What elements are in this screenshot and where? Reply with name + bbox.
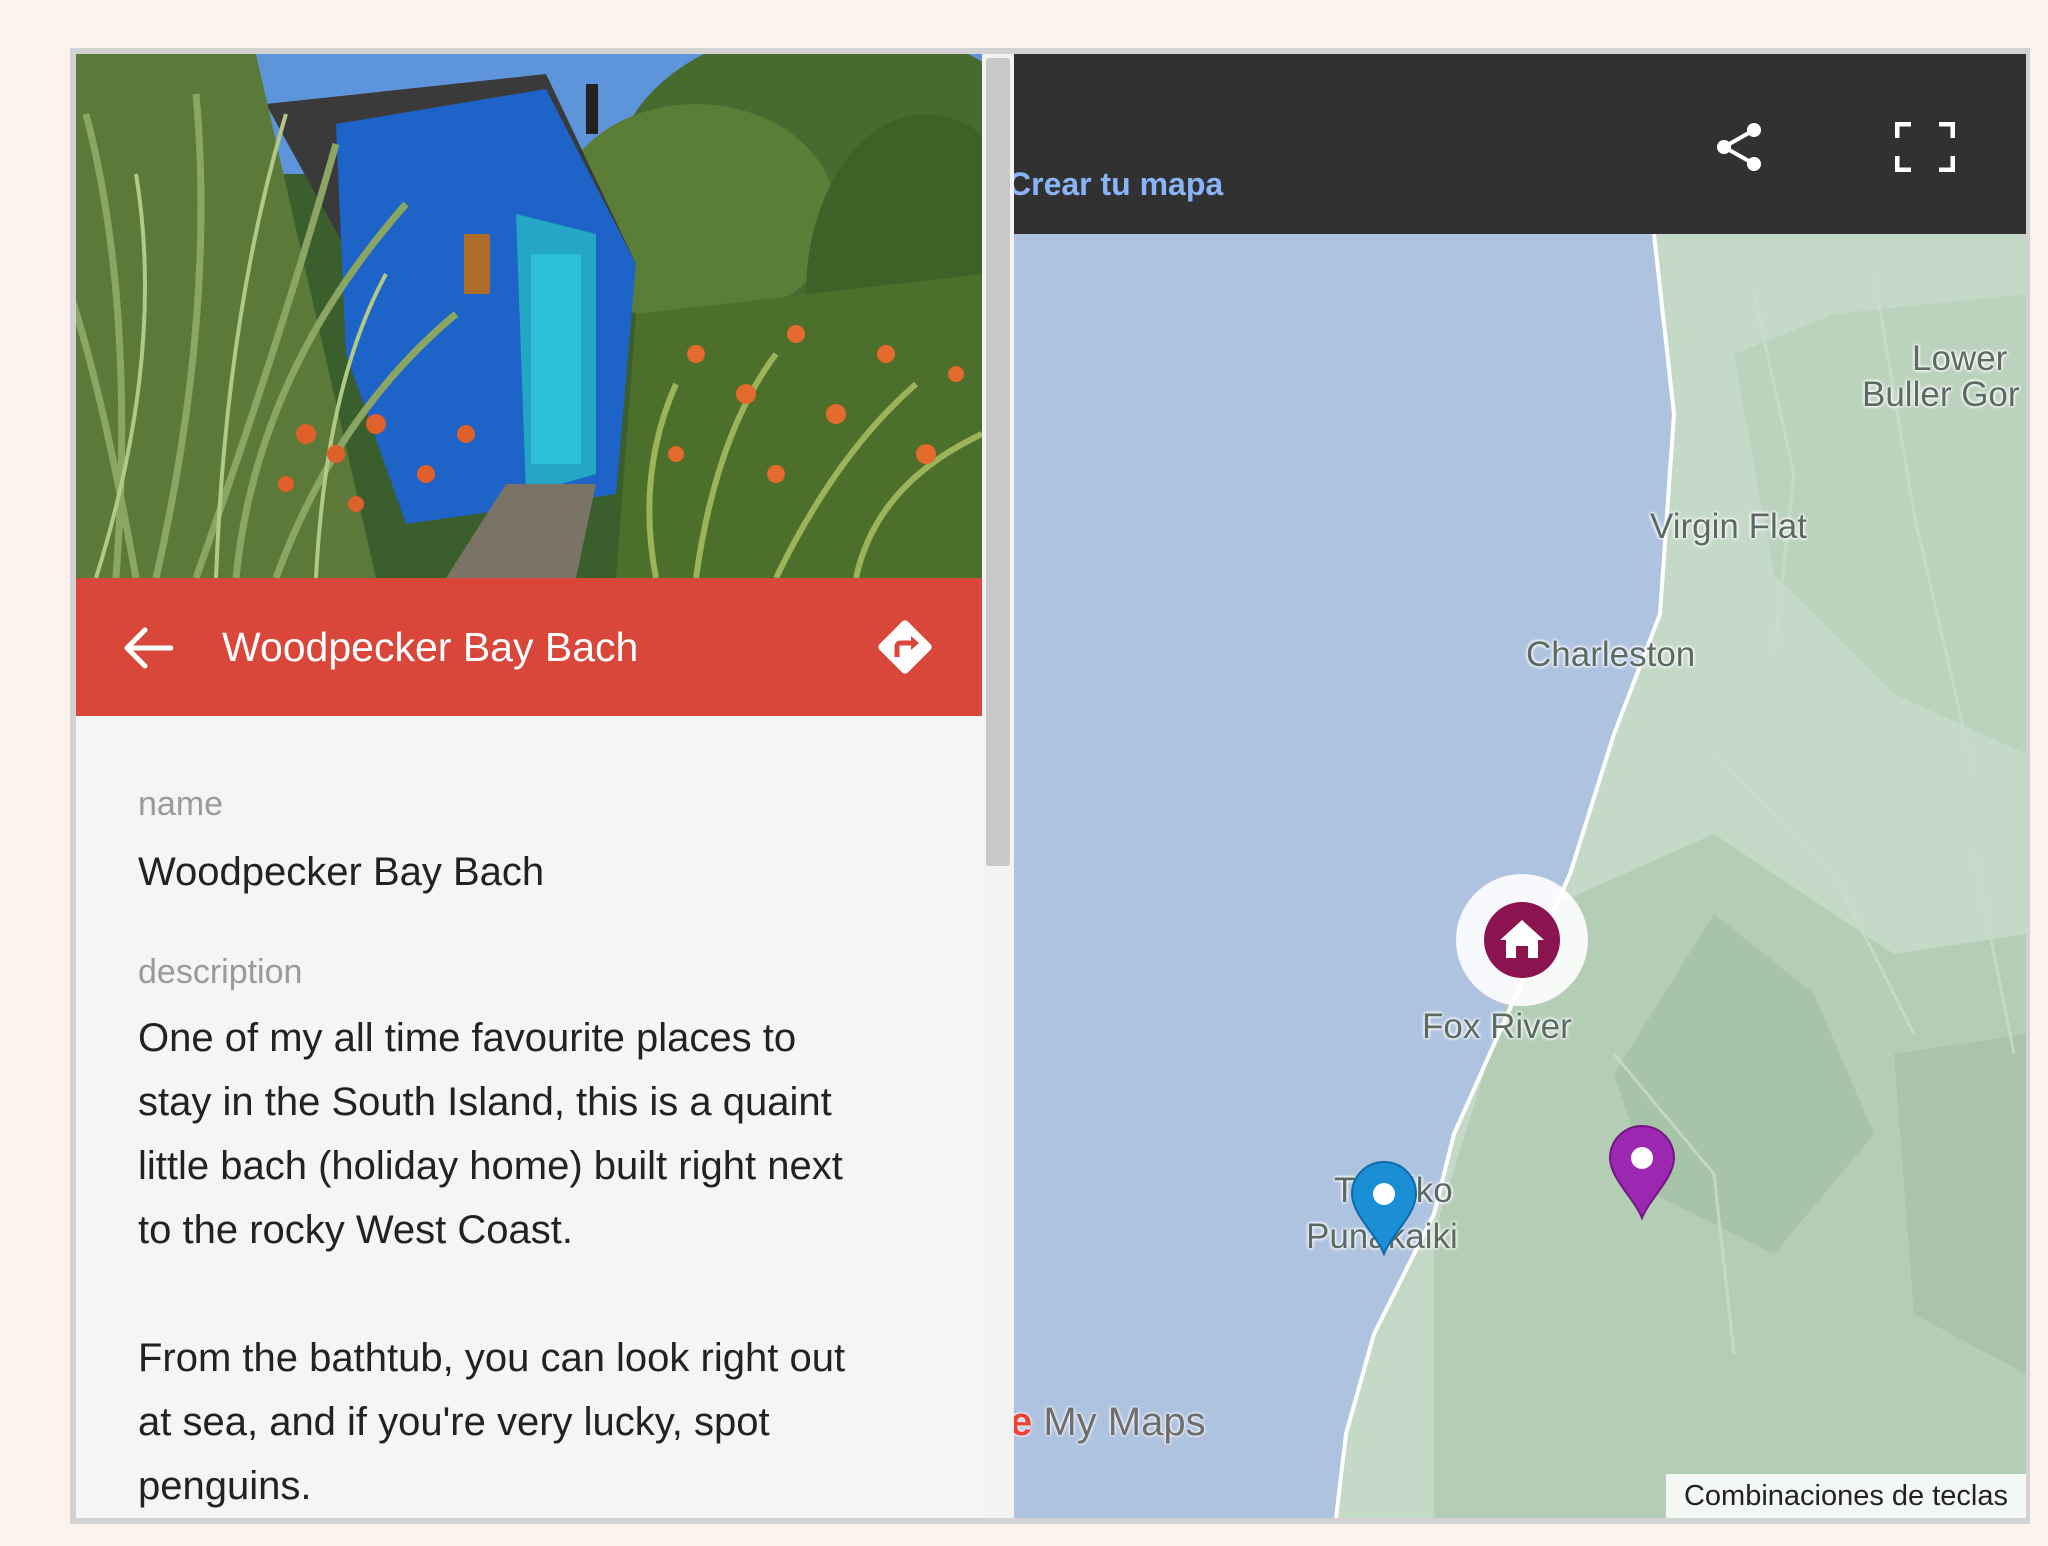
map-pin-icon	[1350, 1161, 1418, 1257]
home-marker[interactable]	[1454, 872, 1590, 1013]
home-icon	[1456, 874, 1588, 1006]
directions-icon	[878, 620, 932, 674]
place-label-fox-river: Fox River	[1422, 1007, 1572, 1046]
description-line: One of my all time favourite places to	[138, 1016, 797, 1060]
place-details-panel: Woodpecker Bay Bach name Woodpecker Bay …	[76, 54, 982, 1518]
fullscreen-button[interactable]	[1892, 114, 1958, 180]
description-line: little bach (holiday home) built right n…	[138, 1144, 843, 1188]
name-value: Woodpecker Bay Bach	[138, 850, 545, 894]
keyboard-shortcuts-link[interactable]: Combinaciones de teclas	[1665, 1474, 2026, 1518]
name-label: name	[138, 785, 224, 823]
purple-map-pin[interactable]	[1608, 1124, 1676, 1225]
map-view[interactable]: Crear tu mapa Lower Buller Gor Virgin Fl…	[1014, 54, 2026, 1518]
arrow-left-icon	[124, 627, 173, 669]
map-terrain	[1014, 54, 2026, 1518]
place-details: name Woodpecker Bay Bach description One…	[138, 780, 948, 1518]
description-line: stay in the South Island, this is a quai…	[138, 1080, 832, 1124]
scrollbar-thumb[interactable]	[986, 58, 1010, 866]
place-title: Woodpecker Bay Bach	[222, 624, 639, 670]
place-header-bar: Woodpecker Bay Bach	[76, 578, 982, 716]
place-photo	[76, 54, 982, 578]
directions-button[interactable]	[872, 614, 938, 680]
blue-map-pin[interactable]	[1350, 1160, 1418, 1261]
my-maps-logo: e My Maps	[1014, 1400, 1206, 1444]
description-line: penguins.	[138, 1464, 312, 1508]
create-map-link[interactable]: Crear tu mapa	[1014, 166, 1223, 203]
place-label-lower-buller: Lower	[1912, 339, 2008, 378]
share-icon	[1717, 123, 1761, 171]
description-line: at sea, and if you're very lucky, spot	[138, 1400, 770, 1444]
description-label: description	[138, 953, 303, 991]
place-label-virgin-flat: Virgin Flat	[1650, 507, 1807, 546]
back-button[interactable]	[116, 616, 180, 680]
fullscreen-icon	[1895, 122, 1955, 172]
description-line: From the bathtub, you can look right out	[138, 1336, 846, 1380]
place-label-charleston: Charleston	[1526, 635, 1696, 674]
place-label-buller-gorge: Buller Gor	[1862, 375, 2020, 414]
map-top-bar: Crear tu mapa	[1014, 54, 2026, 234]
description-text: One of my all time favourite places to s…	[138, 1006, 948, 1518]
map-pin-icon	[1608, 1125, 1676, 1221]
description-line: to the rocky West Coast.	[138, 1208, 573, 1252]
share-button[interactable]	[1706, 114, 1772, 180]
